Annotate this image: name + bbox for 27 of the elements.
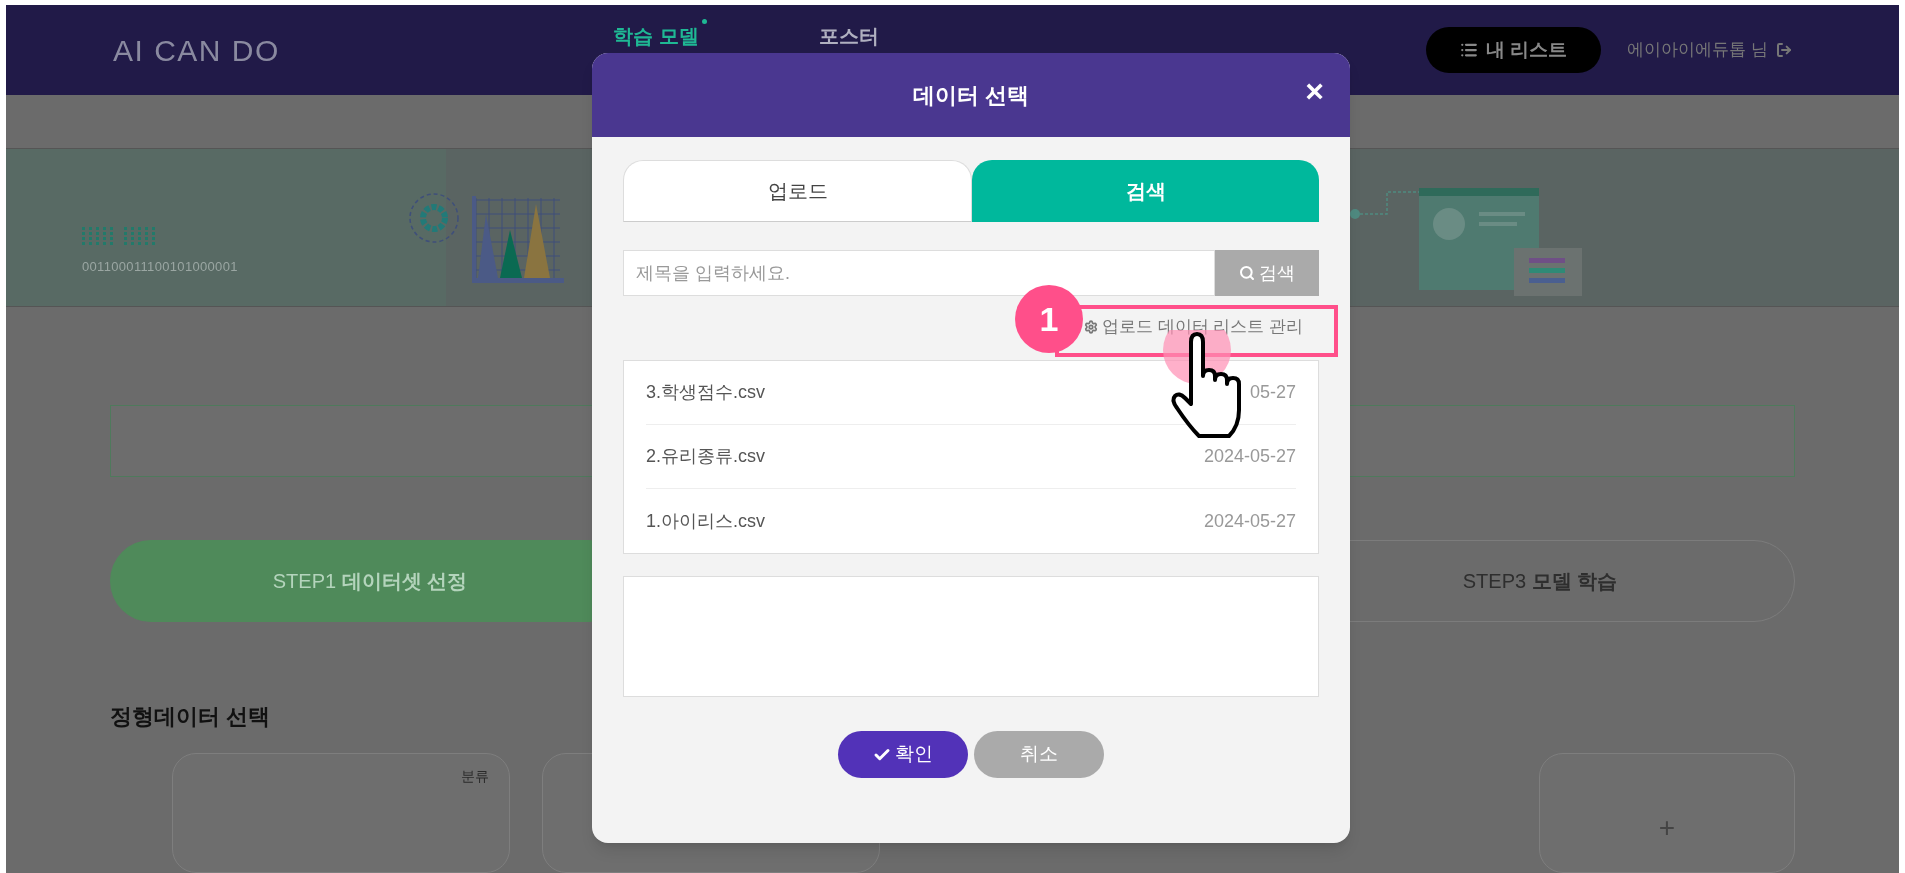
gear-icon — [406, 191, 462, 244]
nav-link[interactable]: 포스터 — [818, 23, 879, 49]
file-name: 3.학생점수.csv — [646, 381, 765, 404]
file-date: 05-27 — [1249, 381, 1296, 404]
search-icon — [1239, 265, 1255, 281]
logout-icon — [1776, 42, 1792, 58]
settings-icon — [1083, 320, 1098, 334]
file-date: 2024-05-27 — [1203, 509, 1296, 533]
user-link[interactable]: 에이아이에듀톱 님 — [1627, 37, 1792, 63]
tab[interactable]: 업로드 — [623, 160, 972, 222]
logo[interactable]: AI CAN DO — [113, 27, 613, 73]
tab[interactable]: 검색 — [972, 160, 1319, 222]
plus-text: + — [1658, 811, 1676, 845]
close-button[interactable]: × — [1305, 75, 1324, 107]
my-list-button[interactable]: 내 리스트 — [1426, 27, 1602, 73]
dataset-card[interactable]: 분류 — [172, 753, 510, 873]
file-date: 2024-05-27 — [1203, 445, 1296, 468]
confirm-button[interactable]: 확인 — [838, 731, 968, 778]
file-name: 2.유리종류.csv — [646, 445, 765, 468]
file-name: 1.아이리스.csv — [646, 509, 765, 533]
nav-link[interactable]: 학습 모델 — [613, 23, 699, 49]
section-title: 정형데이터 선택 — [110, 703, 272, 731]
search-field[interactable]: 제목을 입력하세요. — [623, 250, 1215, 296]
binary-code-text: 001100011100101000001 — [82, 257, 239, 276]
dialog-title: 데이터 선택 — [912, 81, 1030, 110]
card-tag: 분류 — [461, 766, 489, 787]
list-icon — [1460, 41, 1479, 59]
